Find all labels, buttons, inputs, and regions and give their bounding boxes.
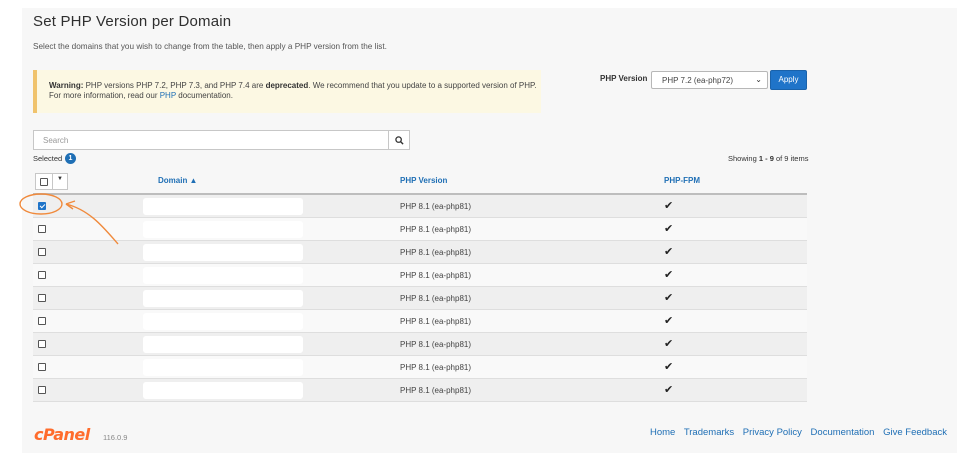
search-input[interactable]: Search [33,130,389,150]
chevron-down-icon: ⌄ [755,75,762,84]
column-php-fpm[interactable]: PHP-FPM [664,176,700,185]
warning-text-1: PHP versions PHP 7.2, PHP 7.3, and PHP 7… [83,81,266,90]
row-checkbox[interactable] [38,294,46,302]
search-button[interactable] [388,130,410,150]
php-version-cell: PHP 8.1 (ea-php81) [400,317,472,326]
row-checkbox[interactable] [38,248,46,256]
page-title: Set PHP Version per Domain [33,13,232,30]
row-checkbox[interactable] [38,317,46,325]
page-description: Select the domains that you wish to chan… [33,42,387,51]
footer-link-home[interactable]: Home [650,427,675,438]
php-version-cell: PHP 8.1 (ea-php81) [400,202,472,211]
domain-cell-redacted [143,221,303,238]
php-version-cell: PHP 8.1 (ea-php81) [400,340,472,349]
cpanel-version: 116.0.9 [103,433,128,442]
php-docs-link[interactable]: PHP [160,91,176,100]
domain-cell-redacted [143,313,303,330]
row-checkbox[interactable] [38,386,46,394]
table-row[interactable]: PHP 8.1 (ea-php81) ✔ [33,195,807,218]
table-row[interactable]: PHP 8.1 (ea-php81) ✔ [33,356,807,379]
footer-link-give-feedback[interactable]: Give Feedback [883,427,947,438]
search-icon [395,136,404,145]
php-version-selected: PHP 7.2 (ea-php72) [662,76,734,85]
php-version-cell: PHP 8.1 (ea-php81) [400,248,472,257]
checkmark-icon: ✔ [664,361,674,373]
footer-link-trademarks[interactable]: Trademarks [684,427,734,438]
cpanel-logo: cPanel [34,425,90,444]
footer-link-privacy-policy[interactable]: Privacy Policy [743,427,802,438]
table-row[interactable]: PHP 8.1 (ea-php81) ✔ [33,218,807,241]
table-row[interactable]: PHP 8.1 (ea-php81) ✔ [33,333,807,356]
selected-count-badge: 1 [65,153,76,164]
checkmark-icon: ✔ [664,315,674,327]
warning-deprecated: deprecated [265,81,309,90]
table-row[interactable]: PHP 8.1 (ea-php81) ✔ [33,379,807,402]
checkmark-icon: ✔ [664,292,674,304]
domain-cell-redacted [143,267,303,284]
table-row[interactable]: PHP 8.1 (ea-php81) ✔ [33,310,807,333]
showing-prefix: Showing [728,154,759,163]
php-version-cell: PHP 8.1 (ea-php81) [400,386,472,395]
row-checkbox[interactable] [38,271,46,279]
column-domain[interactable]: Domain ▲ [158,176,197,185]
domain-cell-redacted [143,244,303,261]
table-header: ▼ Domain ▲ PHP Version PHP-FPM [33,169,807,195]
showing-suffix: of 9 items [773,154,809,163]
deprecation-warning: Warning: PHP versions PHP 7.2, PHP 7.3, … [33,70,541,113]
showing-items-text: Showing 1 - 9 of 9 items [728,154,808,163]
domain-cell-redacted [143,336,303,353]
apply-button[interactable]: Apply [770,70,807,90]
php-version-cell: PHP 8.1 (ea-php81) [400,294,472,303]
checkmark-icon: ✔ [664,269,674,281]
table-row[interactable]: PHP 8.1 (ea-php81) ✔ [33,264,807,287]
row-checkbox[interactable] [38,225,46,233]
footer-links: Home Trademarks Privacy Policy Documenta… [650,427,953,438]
divider [52,174,53,189]
checkmark-icon: ✔ [664,200,674,212]
checkmark-icon: ✔ [664,246,674,258]
warning-text-3: documentation. [176,91,233,100]
php-version-cell: PHP 8.1 (ea-php81) [400,271,472,280]
select-all-control[interactable]: ▼ [35,173,68,190]
selected-label: Selected [33,154,63,163]
table-row[interactable]: PHP 8.1 (ea-php81) ✔ [33,241,807,264]
row-checkbox[interactable] [38,202,46,210]
row-checkbox[interactable] [38,340,46,348]
php-version-cell: PHP 8.1 (ea-php81) [400,225,472,234]
footer-link-documentation[interactable]: Documentation [811,427,875,438]
domain-table-body: PHP 8.1 (ea-php81) ✔ PHP 8.1 (ea-php81) ✔ PH… [33,195,807,402]
showing-range: 1 - 9 [758,154,774,163]
php-version-select[interactable]: PHP 7.2 (ea-php72) ⌄ [651,71,768,89]
checkmark-icon: ✔ [664,223,674,235]
domain-cell-redacted [143,290,303,307]
checkmark-icon: ✔ [664,338,674,350]
domain-cell-redacted [143,359,303,376]
checkmark-icon: ✔ [664,384,674,396]
caret-down-icon[interactable]: ▼ [57,176,63,182]
domain-cell-redacted [143,382,303,399]
domain-cell-redacted [143,198,303,215]
php-version-cell: PHP 8.1 (ea-php81) [400,363,472,372]
php-version-label: PHP Version [600,74,648,83]
column-php-version[interactable]: PHP Version [400,176,447,185]
table-row[interactable]: PHP 8.1 (ea-php81) ✔ [33,287,807,310]
row-checkbox[interactable] [38,363,46,371]
warning-prefix: Warning: [49,81,84,90]
select-all-checkbox[interactable] [40,178,48,186]
